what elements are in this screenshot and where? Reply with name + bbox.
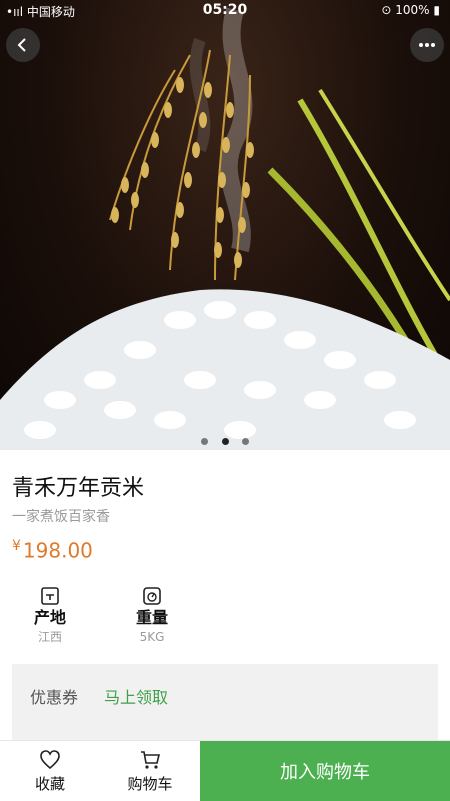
carousel-dot[interactable] bbox=[241, 438, 249, 445]
cart-button[interactable]: 购物车 bbox=[100, 741, 200, 801]
weight-icon bbox=[143, 587, 161, 605]
add-to-cart-button[interactable]: 加入购物车 bbox=[200, 741, 450, 801]
carousel-indicator bbox=[0, 430, 450, 449]
origin-icon bbox=[41, 587, 59, 605]
back-button[interactable] bbox=[6, 28, 40, 62]
status-bar: •ııl 中国移动 05:20 ⊙ 100% ▮ bbox=[0, 0, 450, 22]
spec-label: 产地 bbox=[33, 608, 66, 627]
rice-illustration bbox=[0, 7, 450, 450]
carousel-dot-active[interactable] bbox=[221, 438, 229, 445]
carousel-dot[interactable] bbox=[201, 438, 209, 445]
bottom-action-bar: 收藏 购物车 加入购物车 bbox=[0, 740, 450, 801]
product-price: ¥198.00 bbox=[12, 538, 93, 563]
cart-icon bbox=[141, 751, 161, 769]
cart-label: 购物车 bbox=[127, 775, 173, 793]
claim-coupon-link[interactable]: 马上领取 bbox=[104, 684, 168, 708]
spec-label: 重量 bbox=[135, 608, 168, 627]
spec-weight: 重量 5KG bbox=[112, 586, 192, 646]
coupon-label: 优惠券 bbox=[30, 688, 79, 707]
more-button[interactable] bbox=[410, 28, 444, 62]
spec-value: 江西 bbox=[37, 630, 62, 644]
currency-symbol: ¥ bbox=[12, 538, 21, 554]
price-value: 198.00 bbox=[22, 538, 93, 563]
favorite-button[interactable]: 收藏 bbox=[0, 741, 100, 801]
back-icon bbox=[17, 38, 26, 52]
product-image[interactable]: •ııl 中国移动 05:20 ⊙ 100% ▮ bbox=[0, 0, 450, 450]
product-title: 青禾万年贡米 bbox=[12, 476, 145, 501]
heart-icon bbox=[40, 750, 60, 770]
spec-origin: 产地 江西 bbox=[10, 586, 90, 646]
spec-value: 5KG bbox=[139, 630, 165, 644]
favorite-label: 收藏 bbox=[34, 775, 65, 793]
product-subtitle: 一家煮饭百家香 bbox=[12, 509, 110, 525]
more-icon bbox=[419, 43, 435, 47]
coupon-section: 优惠券 马上领取 bbox=[12, 664, 438, 744]
battery-text: ⊙ 100% ▮ bbox=[381, 3, 440, 17]
